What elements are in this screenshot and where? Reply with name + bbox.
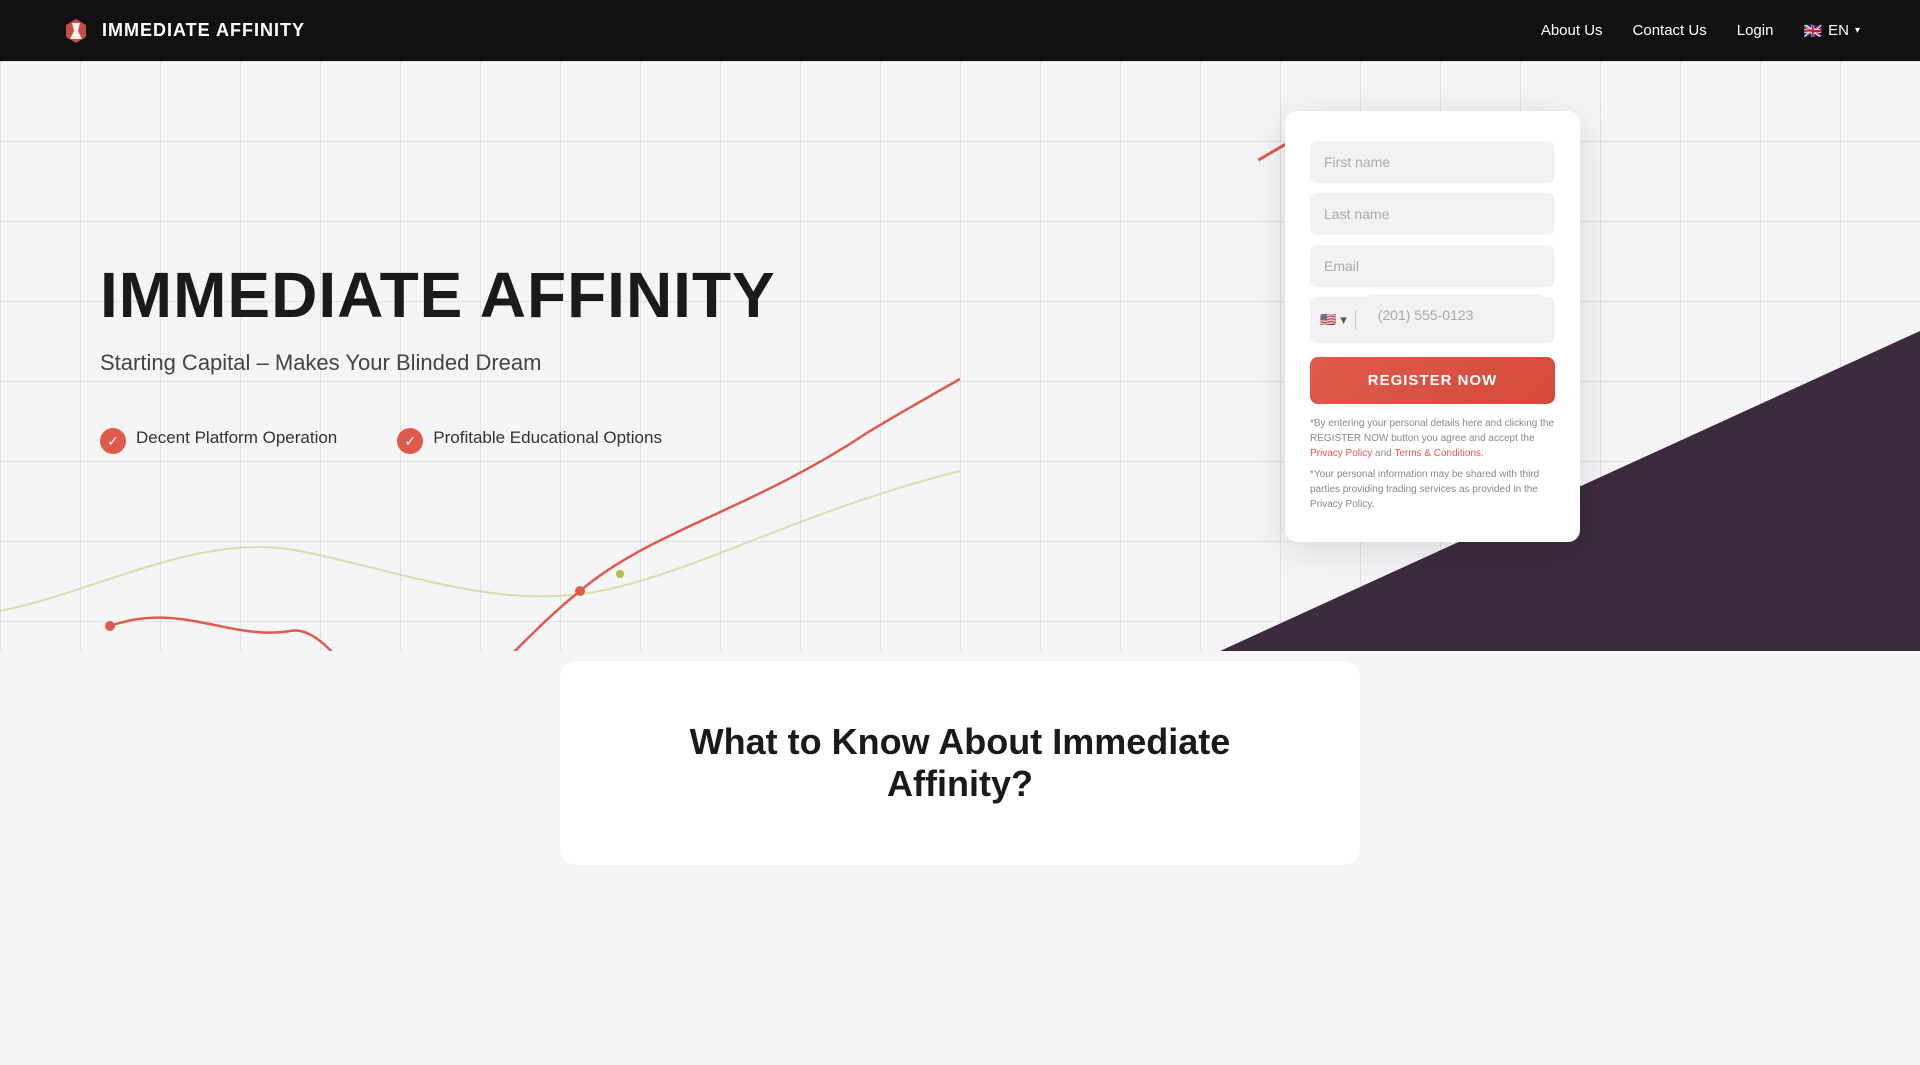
phone-input[interactable] [1364,294,1545,336]
disclaimer-text-1: *By entering your personal details here … [1310,416,1555,461]
nav-about-us[interactable]: About Us [1541,22,1603,39]
chevron-down-icon: ▾ [1855,25,1860,36]
phone-row: 🇺🇸 ▾ [1310,297,1555,343]
email-input[interactable] [1310,245,1555,287]
brand-name: IMMEDIATE AFFINITY [102,20,305,41]
brand-icon [60,15,92,47]
lang-label: EN [1828,22,1849,39]
navbar: IMMEDIATE AFFINITY About Us Contact Us L… [0,0,1920,61]
phone-divider [1355,310,1356,330]
feature-item-1: ✓ Decent Platform Operation [100,426,337,454]
privacy-policy-link[interactable]: Privacy Policy [1310,448,1372,459]
feature-check-2: ✓ [397,428,423,454]
flag-us-icon: 🇺🇸 [1320,312,1336,328]
disclaimer-text-2: *Your personal information may be shared… [1310,467,1555,512]
section-know: What to Know About Immediate Affinity? [560,661,1360,865]
first-name-input[interactable] [1310,141,1555,183]
nav-links: About Us Contact Us Login 🇬🇧 EN ▾ [1541,22,1860,40]
terms-link[interactable]: Terms & Conditions [1394,448,1481,459]
language-selector[interactable]: 🇬🇧 EN ▾ [1803,22,1860,40]
hero-section: IMMEDIATE AFFINITY Starting Capital – Ma… [0,61,1920,651]
hero-features: ✓ Decent Platform Operation ✓ Profitable… [100,426,776,454]
phone-country-selector[interactable]: 🇺🇸 ▾ [1320,312,1347,328]
nav-login[interactable]: Login [1737,22,1774,39]
flag-icon: 🇬🇧 [1803,22,1822,40]
register-now-button[interactable]: REGISTER NOW [1310,357,1555,404]
registration-card: 🇺🇸 ▾ REGISTER NOW *By entering your pers… [1285,111,1580,542]
hero-content: IMMEDIATE AFFINITY Starting Capital – Ma… [0,198,876,514]
section-know-title: What to Know About Immediate Affinity? [640,721,1280,805]
brand-logo[interactable]: IMMEDIATE AFFINITY [60,15,305,47]
nav-contact-us[interactable]: Contact Us [1633,22,1707,39]
section-know-wrapper: What to Know About Immediate Affinity? [0,651,1920,865]
bottom-section [0,865,1920,1065]
hero-title: IMMEDIATE AFFINITY [100,258,776,332]
hero-subtitle: Starting Capital – Makes Your Blinded Dr… [100,350,776,376]
last-name-input[interactable] [1310,193,1555,235]
phone-code: ▾ [1340,312,1347,328]
feature-text-2: Profitable Educational Options [433,426,662,450]
feature-text-1: Decent Platform Operation [136,426,337,450]
feature-check-1: ✓ [100,428,126,454]
feature-item-2: ✓ Profitable Educational Options [397,426,662,454]
